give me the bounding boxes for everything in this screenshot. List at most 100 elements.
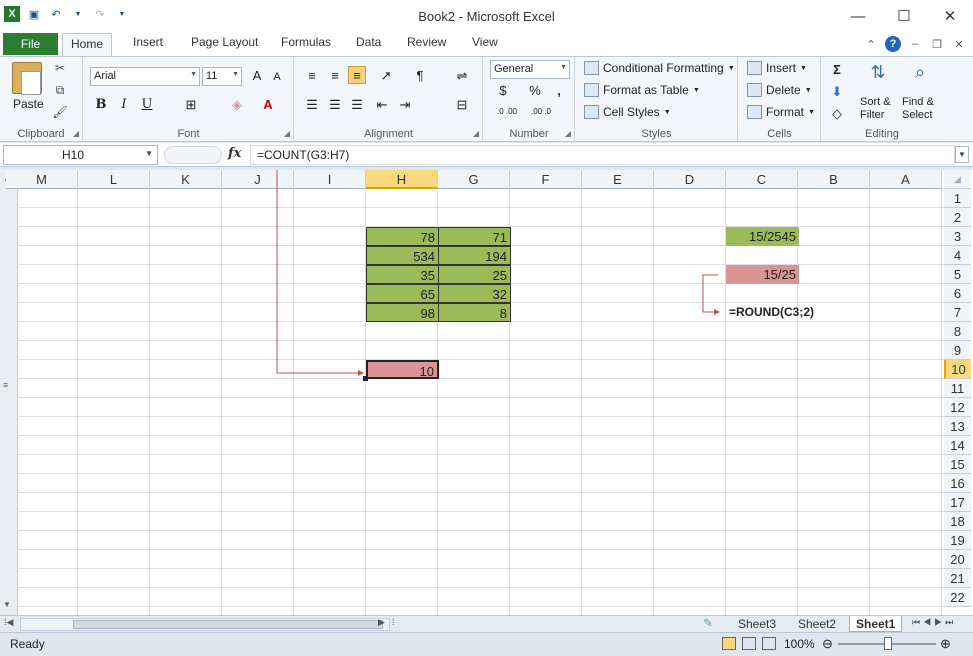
select-all-corner[interactable]: ◢ [944,170,971,189]
scroll-right-icon[interactable]: ▶ [378,617,385,628]
sheet-tab-sheet3[interactable]: Sheet3 [732,616,782,632]
minimize-ribbon-icon[interactable]: ⌃ [863,36,879,52]
sort-filter-icon[interactable]: ⇅ [866,63,890,89]
insert-function-button[interactable]: fx [228,146,241,161]
italic-button[interactable]: I [115,96,133,114]
row-header-7[interactable]: 7 [944,303,971,322]
find-label-line1[interactable]: Find & [902,96,934,108]
row-header-22[interactable]: 22 [944,588,971,607]
row-header-14[interactable]: 14 [944,436,971,455]
cell-styles-button[interactable]: Cell Styles ▼ [584,105,671,119]
worksheet-grid[interactable]: ▲ ≡ ▼ MLKJIHGFEDCBA ◢1234567891011121314… [0,170,973,615]
row-header-8[interactable]: 8 [944,322,971,341]
clipboard-launcher-icon[interactable]: ◢ [73,129,79,138]
merge-center-icon[interactable]: ⊟ [453,96,471,114]
paste-icon[interactable] [12,62,42,95]
row-header-10[interactable]: 10 [944,360,971,379]
clear-icon[interactable]: ◇ [828,105,846,123]
page-break-view-icon[interactable] [762,637,776,650]
workbook-minimize-icon[interactable]: – [907,36,923,52]
tab-home[interactable]: Home [62,33,113,57]
cell-G4[interactable]: 194 [438,246,511,265]
align-right-icon[interactable]: ☰ [348,96,366,114]
minimize-button[interactable]: — [835,0,881,32]
row-header-1[interactable]: 1 [944,189,971,208]
row-header-18[interactable]: 18 [944,512,971,531]
column-header-K[interactable]: K [150,170,222,189]
font-launcher-icon[interactable]: ◢ [284,129,290,138]
tab-insert[interactable]: Insert [133,35,163,49]
underline-button[interactable]: U [138,96,156,114]
accounting-format-icon[interactable]: $ [494,82,512,100]
decrease-indent-icon[interactable]: ⇤ [373,96,391,114]
zoom-in-icon[interactable]: ⊕ [940,636,951,652]
cell-C5[interactable]: 15/25 [726,265,799,284]
fill-color-icon[interactable]: ◈ [228,96,246,114]
sort-label-line2[interactable]: Filter [860,109,884,121]
scroll-down-icon[interactable]: ▼ [3,600,11,609]
align-top-icon[interactable]: ≡ [303,67,321,85]
horizontal-scrollbar[interactable] [20,618,390,631]
paste-button[interactable]: Paste [13,97,44,111]
cell-H5[interactable]: 35 [366,265,439,284]
row-header-15[interactable]: 15 [944,455,971,474]
orientation-icon[interactable]: ↗ [377,67,395,85]
wrap-text-icon[interactable]: ⇌ [453,67,471,85]
formula-bar-resize-handle[interactable] [164,146,222,164]
row-header-21[interactable]: 21 [944,569,971,588]
cell-G7[interactable]: 8 [438,303,511,322]
tab-formulas[interactable]: Formulas [281,35,331,49]
cell-H4[interactable]: 534 [366,246,439,265]
comma-button[interactable]: , [550,82,568,100]
find-label-line2[interactable]: Select [902,109,933,121]
sheet-nav-icons[interactable]: ⏮◀▶⏭ [912,617,956,628]
cell-C7[interactable]: =ROUND(C3;2) [726,303,846,322]
format-cells-button[interactable]: Format ▼ [747,105,815,119]
row-header-4[interactable]: 4 [944,246,971,265]
row-header-16[interactable]: 16 [944,474,971,493]
workbook-close-icon[interactable]: ✕ [951,36,967,52]
column-header-B[interactable]: B [798,170,870,189]
name-box[interactable]: H10 ▼ [3,145,158,165]
column-header-M[interactable]: M [6,170,78,189]
row-header-20[interactable]: 20 [944,550,971,569]
align-left-icon[interactable]: ☰ [303,96,321,114]
formula-input[interactable]: =COUNT(G3:H7) [250,145,955,165]
tab-split-icon[interactable]: ⁞ [392,617,395,627]
split-handle-icon[interactable]: ⁞◀ [4,617,13,628]
row-header-5[interactable]: 5 [944,265,971,284]
row-header-6[interactable]: 6 [944,284,971,303]
tab-review[interactable]: Review [407,35,446,49]
fill-handle[interactable] [363,376,368,381]
vertical-scrollbar[interactable]: ▲ ≡ ▼ [0,170,18,615]
insert-sheet-icon[interactable]: ✎ [703,616,713,630]
column-header-C[interactable]: C [726,170,798,189]
number-launcher-icon[interactable]: ◢ [565,129,571,138]
decrease-decimal-button[interactable]: .00 .0 [526,103,556,121]
page-layout-view-icon[interactable] [742,637,756,650]
cell-C3[interactable]: 15/2545 [726,227,799,246]
tab-data[interactable]: Data [356,35,381,49]
paragraph-icon[interactable]: ¶ [411,67,429,85]
cut-icon[interactable]: ✂ [52,61,68,77]
find-select-icon[interactable]: ⌕ [908,63,932,89]
font-size-combo[interactable]: 11 ▼ [202,67,242,86]
shrink-font-icon[interactable]: A [268,68,286,86]
font-color-icon[interactable]: A [259,96,277,114]
column-header-F[interactable]: F [510,170,582,189]
normal-view-icon[interactable] [722,637,736,650]
column-header-A[interactable]: A [870,170,942,189]
autosum-icon[interactable]: Σ [828,61,846,79]
alignment-launcher-icon[interactable]: ◢ [473,129,479,138]
tab-view[interactable]: View [472,35,498,49]
row-header-9[interactable]: 9 [944,341,971,360]
cell-H6[interactable]: 65 [366,284,439,303]
column-header-D[interactable]: D [654,170,726,189]
conditional-formatting-button[interactable]: Conditional Formatting ▼ [584,61,735,75]
tab-file[interactable]: File [3,33,58,55]
font-name-combo[interactable]: Arial ▼ [90,67,200,86]
sort-label-line1[interactable]: Sort & [860,96,891,108]
increase-decimal-button[interactable]: .0 .00 [492,103,522,121]
column-header-H[interactable]: H [366,170,438,189]
align-bottom-icon[interactable]: ≡ [348,66,366,84]
